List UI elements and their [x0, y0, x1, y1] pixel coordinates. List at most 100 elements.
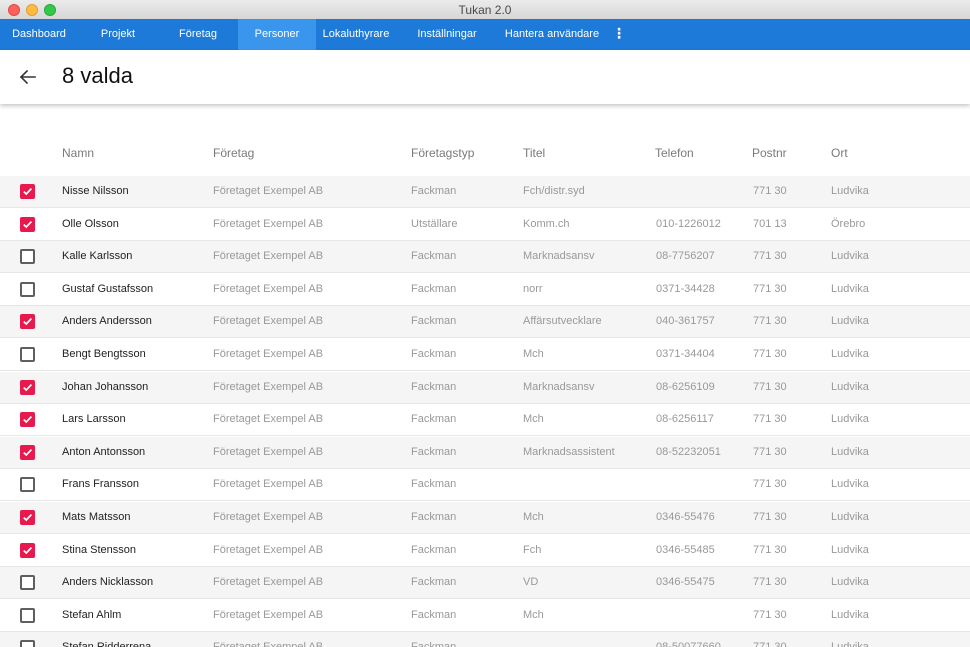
- table-row[interactable]: Anders Andersson Företaget Exempel AB Fack…: [0, 306, 970, 339]
- table-row[interactable]: Mats Matsson Företaget Exempel AB Fackman M…: [0, 502, 970, 534]
- more-vert-icon[interactable]: ⋮: [610, 19, 628, 50]
- checkmark-icon: [23, 188, 33, 196]
- cell-company-type: Fackman: [411, 511, 457, 523]
- column-header-titel[interactable]: Titel: [523, 146, 545, 160]
- checkmark-icon: [23, 383, 33, 391]
- checkmark-icon: [23, 416, 33, 424]
- table-row[interactable]: Johan Johansson Företaget Exempel AB Fackm…: [0, 371, 970, 404]
- tab-hantera-anvandare[interactable]: Hantera användare: [500, 19, 604, 50]
- column-header-foretagstyp[interactable]: Företagstyp: [411, 146, 474, 160]
- table-row[interactable]: Olle Olsson Företaget Exempel AB Utställar…: [0, 209, 970, 241]
- table-row[interactable]: Stefan Ahlm Företaget Exempel AB Fackman Mc…: [0, 600, 970, 632]
- cell-company-type: Utställare: [411, 217, 458, 230]
- cell-title: Fch: [523, 543, 542, 556]
- cell-name: Stefan Ahlm: [62, 608, 122, 621]
- row-checkbox[interactable]: [20, 542, 35, 558]
- arrow-left-icon[interactable]: [14, 63, 42, 91]
- cell-title: norr: [523, 282, 543, 295]
- cell-phone: 08-50077660: [656, 641, 721, 647]
- table-row[interactable]: Frans Fransson Företaget Exempel AB Fackma…: [0, 469, 970, 502]
- row-checkbox[interactable]: [20, 347, 35, 362]
- tab-dashboard[interactable]: Dashboard: [0, 19, 78, 50]
- table-row[interactable]: Anton Antonsson Företaget Exempel AB Fackm…: [0, 436, 970, 469]
- cell-city: Ludvika: [831, 348, 869, 360]
- cell-phone: 010-1226012: [656, 217, 721, 230]
- cell-zip: 771 30: [753, 445, 787, 458]
- row-checkbox[interactable]: [20, 607, 35, 623]
- row-checkbox[interactable]: [20, 249, 35, 265]
- cell-company: Företaget Exempel AB: [213, 380, 324, 393]
- table-row[interactable]: Stefan Ridderrena Företaget Exempel AB Fac…: [0, 632, 970, 647]
- column-header-postnr[interactable]: Postnr: [752, 146, 787, 160]
- cell-company-type: Fackman: [411, 576, 457, 589]
- cell-zip: 771 30: [753, 543, 787, 556]
- page-header: 8 valda: [0, 50, 970, 104]
- row-checkbox[interactable]: [20, 640, 35, 647]
- cell-company-type: Fackman: [411, 185, 457, 197]
- cell-company-type: Fackman: [411, 282, 457, 295]
- cell-phone: 08-6256117: [656, 413, 714, 426]
- cell-title: Fch/distr.syd: [523, 185, 585, 197]
- row-checkbox[interactable]: [20, 379, 35, 395]
- row-checkbox[interactable]: [20, 575, 35, 591]
- cell-phone: 0371-34428: [656, 282, 715, 295]
- column-header-telefon[interactable]: Telefon: [655, 146, 694, 160]
- row-checkbox[interactable]: [20, 314, 35, 330]
- checkmark-icon: [23, 546, 33, 554]
- table-row[interactable]: Anders Nicklasson Företaget Exempel AB Fac…: [0, 567, 970, 600]
- table-row[interactable]: Kalle Karlsson Företaget Exempel AB Fackma…: [0, 241, 970, 274]
- table-row[interactable]: Nisse Nilsson Företaget Exempel AB Fackman…: [0, 176, 970, 208]
- cell-zip: 771 30: [753, 641, 787, 647]
- cell-city: Ludvika: [831, 478, 869, 491]
- row-checkbox[interactable]: [20, 216, 35, 232]
- cell-city: Ludvika: [831, 185, 869, 197]
- cell-title: Mch: [523, 511, 544, 523]
- cell-phone: 040-361757: [656, 315, 715, 328]
- table-row[interactable]: Bengt Bengtsson Företaget Exempel AB Fackm…: [0, 339, 970, 371]
- cell-name: Nisse Nilsson: [62, 185, 129, 197]
- tab-personer[interactable]: Personer: [238, 19, 316, 50]
- cell-city: Ludvika: [831, 315, 869, 328]
- cell-phone: 08-52232051: [656, 445, 721, 458]
- tab-projekt[interactable]: Projekt: [78, 19, 158, 50]
- cell-title: Mch: [523, 348, 544, 360]
- cell-company-type: Fackman: [411, 478, 457, 491]
- cell-name: Stina Stensson: [62, 543, 136, 556]
- tab-lokaluthyrare[interactable]: Lokaluthyrare: [316, 19, 396, 50]
- cell-company-type: Fackman: [411, 543, 457, 556]
- cell-company-type: Fackman: [411, 413, 457, 426]
- column-header-namn[interactable]: Namn: [62, 146, 94, 160]
- checkmark-icon: [23, 448, 33, 457]
- table-row[interactable]: Lars Larsson Företaget Exempel AB Fackman M…: [0, 404, 970, 437]
- row-checkbox[interactable]: [20, 412, 35, 428]
- row-checkbox[interactable]: [20, 184, 35, 199]
- cell-city: Ludvika: [831, 641, 869, 647]
- column-header-ort[interactable]: Ort: [831, 146, 848, 160]
- cell-phone: 08-7756207: [656, 250, 715, 263]
- page-title: 8 valda: [62, 63, 133, 88]
- cell-name: Gustaf Gustafsson: [62, 282, 154, 295]
- table-row[interactable]: Gustaf Gustafsson Företaget Exempel AB Fac…: [0, 274, 970, 306]
- row-checkbox[interactable]: [20, 477, 35, 493]
- cell-zip: 771 30: [753, 478, 787, 491]
- cell-title: Marknadsansv: [523, 250, 595, 263]
- cell-name: Anton Antonsson: [62, 445, 146, 458]
- cell-city: Ludvika: [831, 608, 869, 621]
- cell-company: Företaget Exempel AB: [213, 250, 324, 263]
- cell-phone: 0346-55485: [656, 543, 715, 556]
- row-checkbox[interactable]: [20, 510, 35, 525]
- cell-city: Ludvika: [831, 543, 869, 556]
- tab-installningar[interactable]: Inställningar: [406, 19, 488, 50]
- row-checkbox[interactable]: [20, 281, 35, 297]
- cell-name: Anders Andersson: [62, 315, 152, 328]
- column-header-foretag[interactable]: Företag: [213, 146, 254, 160]
- row-checkbox[interactable]: [20, 444, 35, 460]
- table-row[interactable]: Stina Stensson Företaget Exempel AB Fackma…: [0, 535, 970, 567]
- cell-city: Ludvika: [831, 282, 869, 295]
- tab-foretag[interactable]: Företag: [158, 19, 238, 50]
- cell-company-type: Fackman: [411, 608, 457, 621]
- cell-name: Kalle Karlsson: [62, 250, 133, 263]
- cell-company: Företaget Exempel AB: [213, 641, 323, 647]
- cell-phone: 0346-55476: [656, 511, 715, 523]
- cell-name: Anders Nicklasson: [62, 576, 154, 589]
